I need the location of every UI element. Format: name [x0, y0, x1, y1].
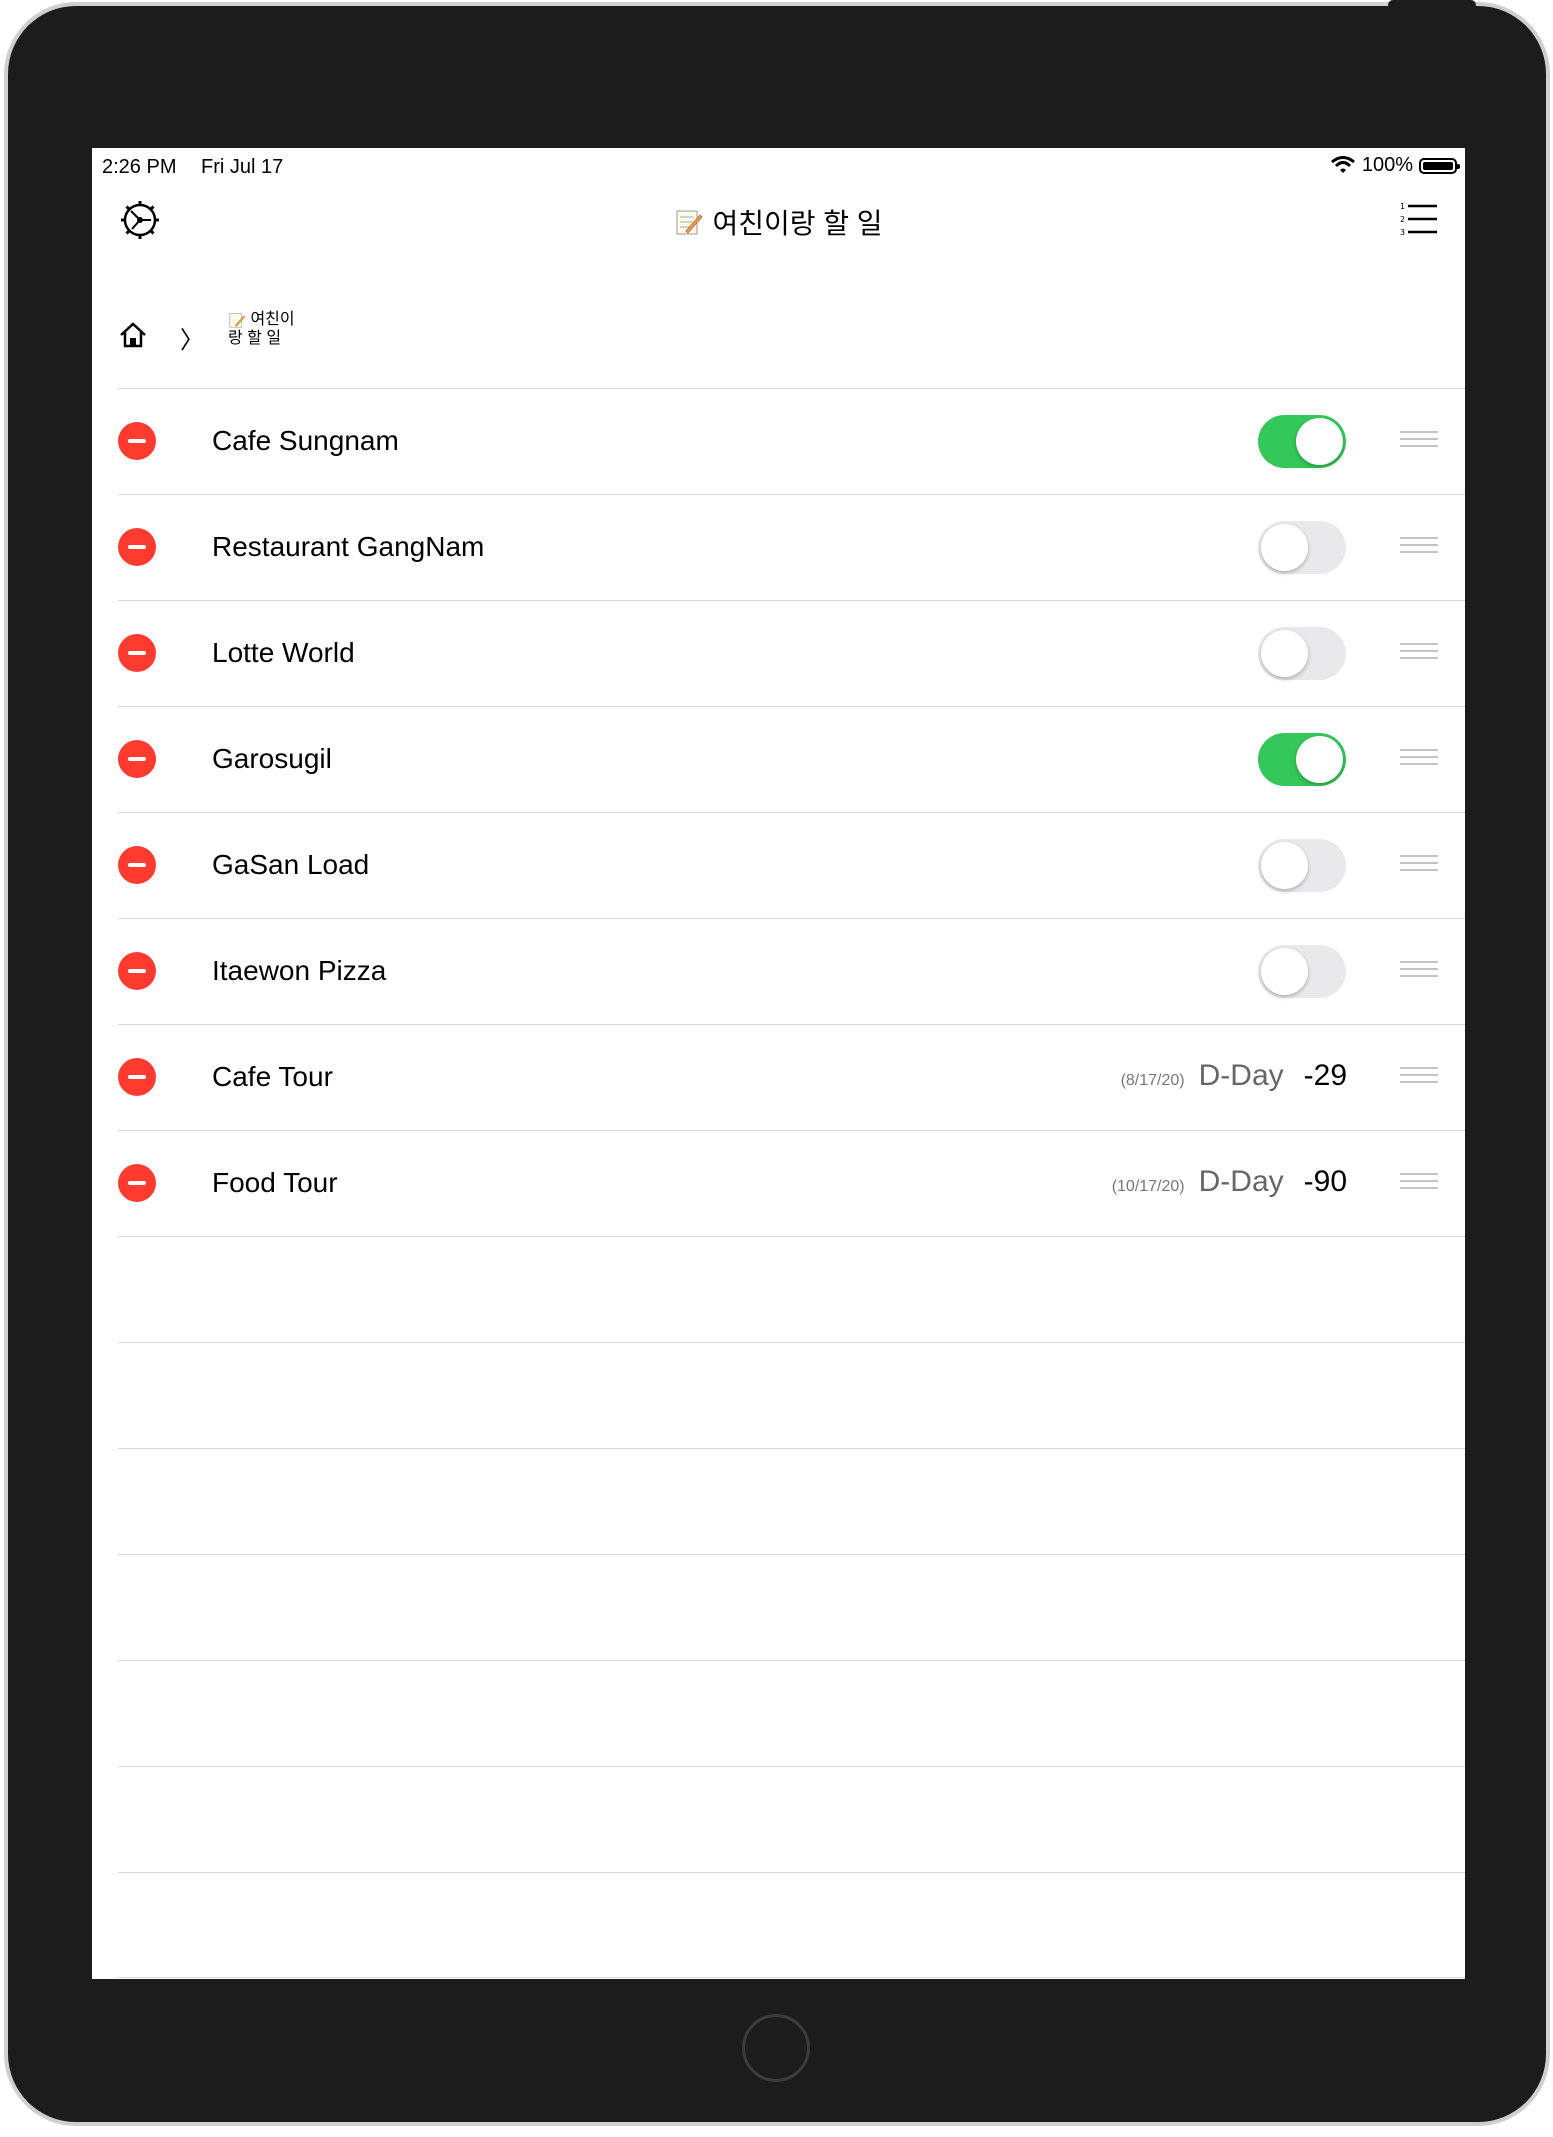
toggle-switch[interactable] — [1258, 839, 1346, 892]
item-title: Cafe Sungnam — [212, 425, 399, 456]
reorder-handle-icon[interactable] — [1400, 537, 1438, 557]
navbar: 여친이랑 할 일 1 2 3 — [92, 188, 1465, 268]
screen: 2:26 PM Fri Jul 17 100% 여친이랑 할 일 1 2 3 〉… — [92, 148, 1465, 1979]
toggle-switch[interactable] — [1258, 733, 1346, 786]
memo-icon — [676, 210, 703, 235]
toggle-knob — [1261, 842, 1308, 889]
toggle-knob — [1261, 630, 1308, 677]
breadcrumb-current[interactable]: 여친이랑 할 일 — [228, 310, 308, 348]
volume-button — [1536, 255, 1546, 340]
reorder-handle-icon[interactable] — [1400, 1173, 1438, 1193]
reorder-handle-icon[interactable] — [1400, 643, 1438, 663]
svg-text:3: 3 — [1400, 228, 1405, 237]
item-title: Lotte World — [212, 637, 355, 668]
battery-percent: 100% — [1361, 154, 1413, 176]
wifi-icon — [1330, 155, 1355, 173]
list-item[interactable]: Restaurant GangNam — [118, 494, 1465, 600]
toggle-knob — [1261, 948, 1308, 995]
status-date: Fri Jul 17 — [201, 156, 284, 178]
item-title: GaSan Load — [212, 849, 370, 880]
empty-row — [118, 1660, 1465, 1766]
delete-icon[interactable] — [118, 634, 156, 672]
breadcrumb-separator: 〉 — [180, 327, 204, 354]
status-right: 100% — [1330, 154, 1460, 177]
reorder-handle-icon[interactable] — [1400, 1067, 1438, 1087]
reorder-handle-icon[interactable] — [1400, 431, 1438, 451]
dday-info: (8/17/20) D-Day -29 — [1121, 1059, 1347, 1093]
dday-label: D-Day — [1198, 1059, 1284, 1092]
home-icon[interactable] — [118, 320, 148, 350]
svg-text:1: 1 — [1400, 202, 1405, 211]
item-title: Cafe Tour — [212, 1061, 333, 1092]
empty-row — [118, 1448, 1465, 1554]
list-item[interactable]: Cafe Sungnam — [118, 388, 1465, 494]
dday-value: -29 — [1303, 1059, 1347, 1092]
item-title: Garosugil — [212, 743, 332, 774]
dday-info: (10/17/20) D-Day -90 — [1112, 1165, 1347, 1199]
list-item[interactable]: Itaewon Pizza — [118, 918, 1465, 1024]
delete-icon[interactable] — [118, 422, 156, 460]
page-title-text: 여친이랑 할 일 — [712, 208, 883, 239]
dday-label: D-Day — [1198, 1165, 1284, 1198]
svg-text:2: 2 — [1400, 215, 1405, 224]
top-button — [1388, 0, 1476, 10]
toggle-knob — [1296, 418, 1343, 465]
list-item[interactable]: Cafe Tour (8/17/20) D-Day -29 — [118, 1024, 1465, 1130]
home-button[interactable] — [742, 2014, 810, 2082]
toggle-switch[interactable] — [1258, 521, 1346, 574]
empty-row — [118, 1872, 1465, 1978]
delete-icon[interactable] — [118, 740, 156, 778]
list-item[interactable]: GaSan Load — [118, 812, 1465, 918]
item-title: Restaurant GangNam — [212, 531, 485, 562]
memo-icon — [229, 312, 246, 328]
status-bar: 2:26 PM Fri Jul 17 100% — [92, 148, 1465, 184]
empty-row — [118, 1554, 1465, 1660]
delete-icon[interactable] — [118, 846, 156, 884]
battery-icon — [1419, 157, 1460, 174]
reorder-handle-icon[interactable] — [1400, 855, 1438, 875]
page-title: 여친이랑 할 일 — [92, 202, 1465, 242]
item-title: Food Tour — [212, 1167, 338, 1198]
empty-row — [118, 1766, 1465, 1872]
item-title: Itaewon Pizza — [212, 955, 387, 986]
status-time: 2:26 PM — [102, 156, 177, 178]
delete-icon[interactable] — [118, 1164, 156, 1202]
toggle-switch[interactable] — [1258, 945, 1346, 998]
toggle-switch[interactable] — [1258, 415, 1346, 468]
toggle-knob — [1261, 524, 1308, 571]
toggle-knob — [1296, 736, 1343, 783]
delete-icon[interactable] — [118, 1058, 156, 1096]
delete-icon[interactable] — [118, 528, 156, 566]
toggle-switch[interactable] — [1258, 627, 1346, 680]
empty-row — [118, 1236, 1465, 1342]
dday-date: (8/17/20) — [1120, 1072, 1185, 1089]
list-item[interactable]: Food Tour (10/17/20) D-Day -90 — [118, 1130, 1465, 1236]
list-item[interactable]: Garosugil — [118, 706, 1465, 812]
reorder-handle-icon[interactable] — [1400, 749, 1438, 769]
empty-row — [118, 1342, 1465, 1448]
reorder-handle-icon[interactable] — [1400, 961, 1438, 981]
todo-list: Cafe Sungnam Restaurant GangNam Lotte Worl… — [118, 388, 1465, 1978]
delete-icon[interactable] — [118, 952, 156, 990]
dday-value: -90 — [1303, 1165, 1347, 1198]
list-item[interactable]: Lotte World — [118, 600, 1465, 706]
dday-date: (10/17/20) — [1111, 1178, 1185, 1195]
power-button — [1536, 150, 1546, 230]
numbered-list-icon[interactable]: 1 2 3 — [1399, 200, 1439, 240]
